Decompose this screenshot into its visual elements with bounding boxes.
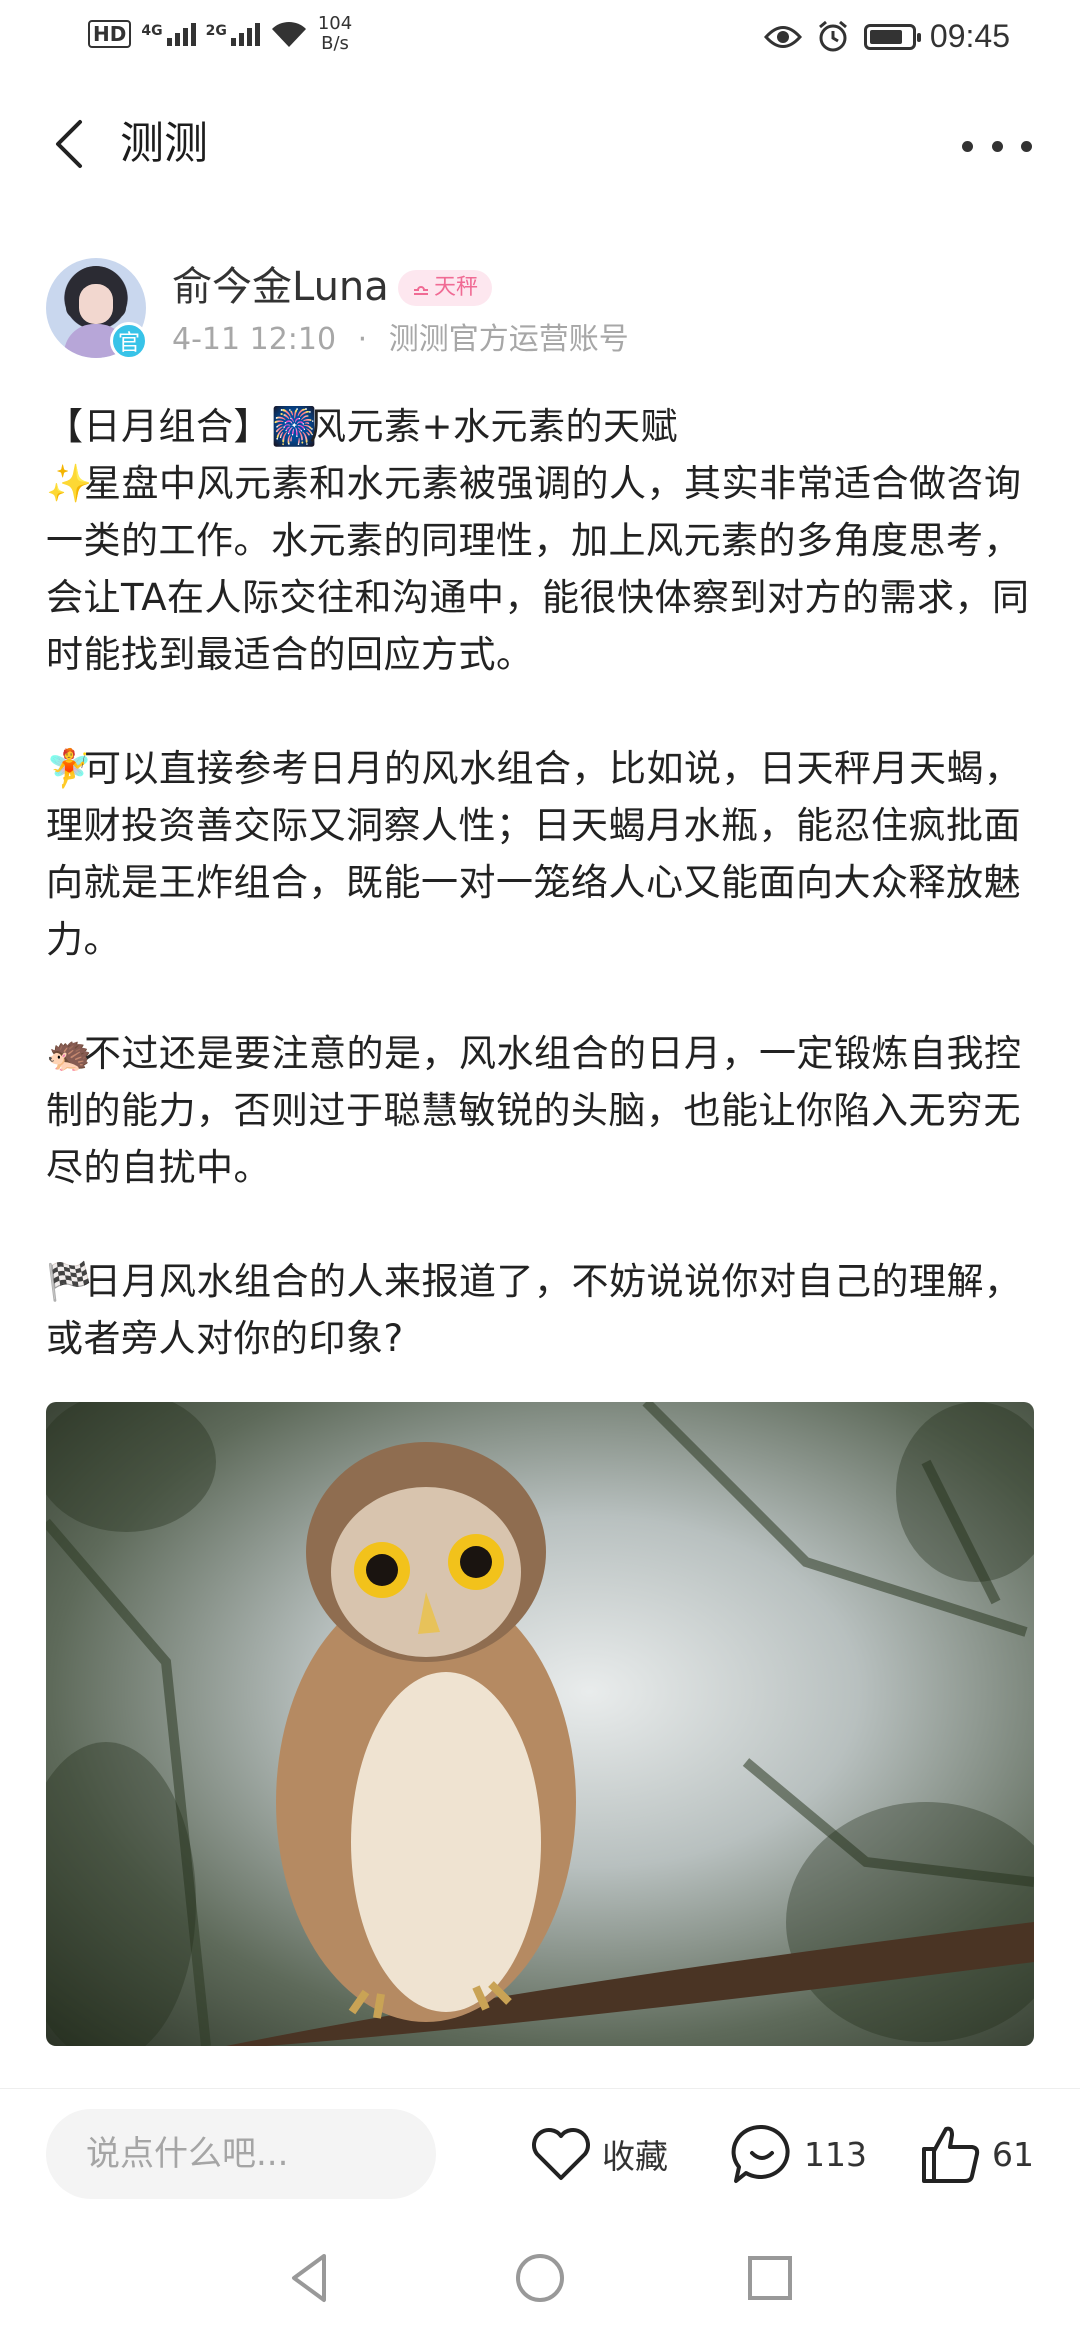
network-speed-value: 104 <box>317 13 353 34</box>
battery-icon <box>863 23 921 50</box>
chevron-left-icon <box>56 120 82 168</box>
zodiac-label: 天秤 <box>434 275 479 300</box>
comment-bubble-icon <box>731 2124 790 2183</box>
comment-count: 113 <box>804 2134 867 2174</box>
like-count: 61 <box>992 2134 1034 2174</box>
meta-separator: · <box>357 322 368 357</box>
paragraph-4-text: 日月风水组合的人来报道了，不妨说说你对自己的理解，或者旁人对你的印象? <box>46 1260 1022 1360</box>
network-type-label: 4G <box>141 22 163 39</box>
eye-icon <box>763 25 802 48</box>
comment-button[interactable]: 113 <box>730 2119 867 2189</box>
more-dots-icon <box>962 140 1032 152</box>
favorite-button[interactable]: 收藏 <box>530 2119 668 2189</box>
triangle-back-icon <box>292 2254 326 2302</box>
title-text: 风元素+水元素的天赋 <box>309 405 679 448</box>
post-title: 【日月组合】🎆风元素+水元素的天赋 <box>46 398 1036 455</box>
wifi-icon <box>271 21 306 47</box>
title-prefix: 【日月组合】 <box>46 405 271 448</box>
post-body: 【日月组合】🎆风元素+水元素的天赋 ✨星盘中风元素和水元素被强调的人，其实非常适… <box>46 398 1036 1367</box>
author-name[interactable]: 俞今金Luna <box>172 262 389 312</box>
alarm-icon <box>818 20 847 51</box>
favorite-label: 收藏 <box>602 2137 668 2176</box>
paragraph-2: 🧚可以直接参考日月的风水组合，比如说，日天秤月天蝎，理财投资善交际又洞察人性；日… <box>46 740 1036 968</box>
fireworks-icon: 🎆 <box>271 405 318 448</box>
checkered-flag-icon: 🏁 <box>46 1260 93 1303</box>
status-time: 09:45 <box>929 18 1010 54</box>
owl-illustration <box>46 1402 1034 2046</box>
signal-icon-sim2: 2G <box>205 22 260 46</box>
bottom-action-bar: 收藏 113 61 <box>0 2088 1080 2219</box>
thumbs-up-icon <box>922 2126 980 2183</box>
network-speed-unit: B/s <box>321 33 349 54</box>
paragraph-1-text: 星盘中风元素和水元素被强调的人，其实非常适合做咨询一类的工作。水元素的同理性，加… <box>46 462 1030 676</box>
more-options-button[interactable] <box>962 126 1032 166</box>
paragraph-3: 🦔不过还是要注意的是，风水组合的日月，一定锻炼自我控制的能力，否则过于聪慧敏锐的… <box>46 1025 1036 1196</box>
page-title: 测测 <box>120 118 208 169</box>
fairy-icon: 🧚 <box>46 747 93 790</box>
sparkles-icon: ✨ <box>46 462 93 505</box>
square-recents-icon <box>748 2256 792 2300</box>
status-right: 09:45 <box>763 18 1010 55</box>
status-left: HD 4G 2G 104 B/s <box>88 14 352 54</box>
post-time: 4-11 12:10 <box>172 322 337 357</box>
nav-recents-button[interactable] <box>740 2248 800 2308</box>
zodiac-tag: 天秤 <box>398 270 493 306</box>
signal-icon-sim1: 4G <box>141 22 196 46</box>
paragraph-3-text: 不过还是要注意的是，风水组合的日月，一定锻炼自我控制的能力，否则过于聪慧敏锐的头… <box>46 1032 1022 1189</box>
paragraph-2-text: 可以直接参考日月的风水组合，比如说，日天秤月天蝎，理财投资善交际又洞察人性；日天… <box>46 747 1022 961</box>
paragraph-4: 🏁日月风水组合的人来报道了，不妨说说你对自己的理解，或者旁人对你的印象? <box>46 1253 1036 1367</box>
official-badge: 官 <box>110 322 148 360</box>
paragraph-1: ✨星盘中风元素和水元素被强调的人，其实非常适合做咨询一类的工作。水元素的同理性，… <box>46 455 1036 683</box>
heart-icon <box>532 2128 590 2180</box>
hedgehog-icon: 🦔 <box>46 1032 93 1075</box>
system-nav-bar <box>0 2218 1080 2340</box>
status-bar: HD 4G 2G 104 B/s 09:45 <box>0 0 1080 80</box>
like-button[interactable]: 61 <box>920 2119 1034 2189</box>
nav-header: 测测 <box>0 100 1080 190</box>
network-speed: 104 B/s <box>318 14 352 54</box>
nav-back-button[interactable] <box>280 2248 340 2308</box>
owl-photo[interactable] <box>46 1402 1034 2046</box>
comment-input[interactable] <box>46 2109 436 2199</box>
author-row: 官 俞今金Luna 天秤 4-11 12:10 · 测测官方运营账号 <box>46 258 1046 368</box>
libra-icon <box>414 286 428 295</box>
network-type-label: 2G <box>205 22 227 39</box>
back-button[interactable] <box>46 114 106 174</box>
nav-home-button[interactable] <box>510 2248 570 2308</box>
circle-home-icon <box>516 2254 564 2302</box>
battery-fill <box>869 29 902 44</box>
post-meta: 4-11 12:10 · 测测官方运营账号 <box>172 320 629 360</box>
hd-icon: HD <box>88 20 132 48</box>
account-description: 测测官方运营账号 <box>388 322 629 357</box>
